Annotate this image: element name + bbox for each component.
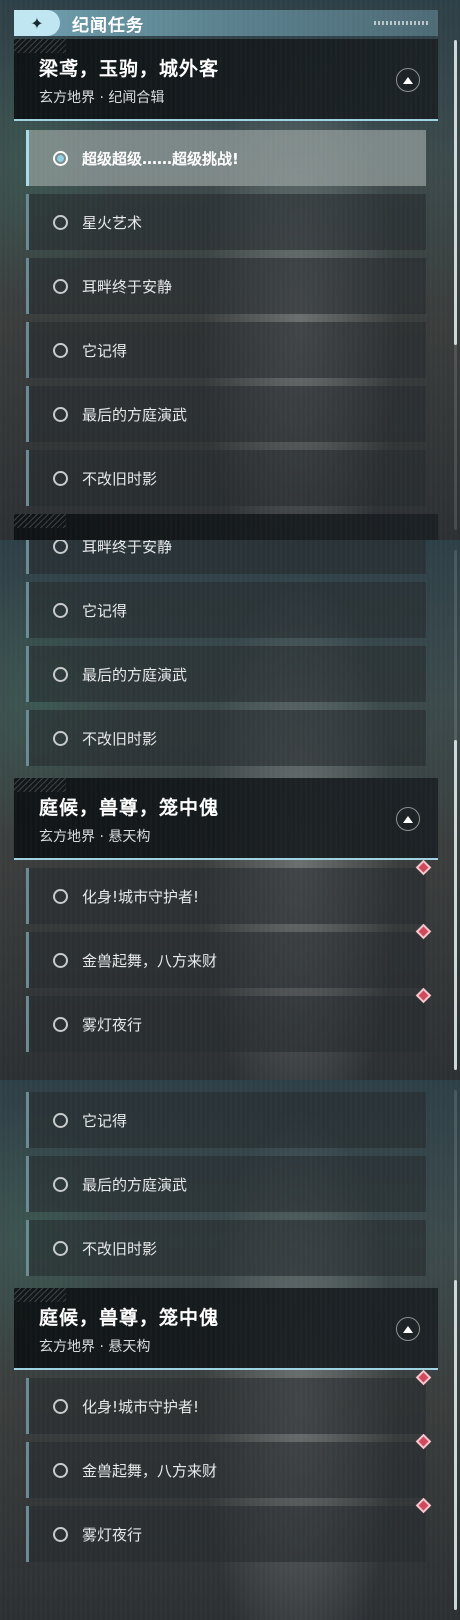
sparkle-icon: ✦ xyxy=(14,10,60,36)
radio-icon xyxy=(53,540,68,554)
scrollbar-track[interactable] xyxy=(454,550,457,1070)
title-decoration xyxy=(374,21,430,25)
quest-label: 不改旧时影 xyxy=(82,1239,158,1258)
quest-item[interactable]: 最后的方庭演武 xyxy=(26,386,426,442)
quest-label: 化身!城市守护者! xyxy=(82,1397,200,1416)
chevron-up-icon xyxy=(403,76,413,84)
quest-item[interactable]: 不改旧时影 xyxy=(26,1220,426,1276)
chevron-up-icon xyxy=(403,815,413,823)
quest-item[interactable]: 化身!城市守护者! xyxy=(26,859,432,924)
quest-item[interactable]: 最后的方庭演武 xyxy=(26,646,426,702)
chevron-up-icon xyxy=(403,1325,413,1333)
quest-group-header-partial[interactable] xyxy=(14,514,438,540)
new-badge-icon xyxy=(415,1369,432,1386)
radio-icon xyxy=(53,470,68,486)
collapse-button[interactable] xyxy=(396,1317,420,1341)
radio-icon xyxy=(53,214,68,230)
group-title: 梁鸢，玉驹，城外客 xyxy=(39,58,220,80)
radio-icon xyxy=(53,1462,68,1478)
radio-icon xyxy=(53,1526,68,1542)
quest-label: 耳畔终于安静 xyxy=(82,277,173,296)
radio-icon xyxy=(53,952,68,968)
quest-group-header[interactable]: 梁鸢，玉驹，城外客 玄方地界 · 纪闻合辑 xyxy=(14,39,438,121)
quest-group-header[interactable]: 庭候，兽尊，笼中傀 玄方地界 · 悬天构 xyxy=(14,778,438,860)
quest-item[interactable]: 它记得 xyxy=(26,1092,426,1148)
radio-icon xyxy=(53,406,68,422)
radio-icon xyxy=(53,666,68,682)
group-subtitle: 玄方地界 · 纪闻合辑 xyxy=(39,90,165,106)
collapse-button[interactable] xyxy=(396,807,420,831)
scrollbar-thumb[interactable] xyxy=(454,1280,457,1610)
quest-label: 星火艺术 xyxy=(82,213,143,232)
group-title: 庭候，兽尊，笼中傀 xyxy=(39,797,220,819)
scrollbar-track[interactable] xyxy=(454,40,457,530)
quest-label: 它记得 xyxy=(82,1111,128,1130)
quest-label: 雾灯夜行 xyxy=(82,1525,143,1544)
quest-item[interactable]: 它记得 xyxy=(26,322,426,378)
quest-category-title-bar: ✦ 纪闻任务 xyxy=(14,10,438,36)
quest-label: 超级超级……超级挑战! xyxy=(82,149,239,168)
quest-item[interactable]: 最后的方庭演武 xyxy=(26,1156,426,1212)
group-subtitle: 玄方地界 · 悬天构 xyxy=(39,1339,151,1355)
quest-label: 金兽起舞，八方来财 xyxy=(82,1461,218,1480)
quest-item[interactable]: 雾灯夜行 xyxy=(26,1497,432,1562)
radio-icon xyxy=(53,1240,68,1256)
quest-label: 最后的方庭演武 xyxy=(82,405,188,424)
radio-selected-icon xyxy=(53,150,68,166)
quest-item[interactable]: 耳畔终于安静 xyxy=(26,258,426,314)
new-badge-icon xyxy=(415,859,432,876)
quest-item-partial[interactable]: 耳畔终于安静 xyxy=(26,540,426,574)
radio-icon xyxy=(53,1016,68,1032)
new-badge-icon xyxy=(415,987,432,1004)
quest-label: 不改旧时影 xyxy=(82,469,158,488)
radio-icon xyxy=(53,278,68,294)
radio-icon xyxy=(53,602,68,618)
radio-icon xyxy=(53,888,68,904)
radio-icon xyxy=(53,1398,68,1414)
group-title: 庭候，兽尊，笼中傀 xyxy=(39,1307,220,1329)
radio-icon xyxy=(53,1112,68,1128)
quest-category-title: 纪闻任务 xyxy=(72,15,144,36)
scrollbar-thumb[interactable] xyxy=(454,740,457,1070)
quest-label: 最后的方庭演武 xyxy=(82,1175,188,1194)
quest-label: 耳畔终于安静 xyxy=(82,540,173,556)
quest-label: 金兽起舞，八方来财 xyxy=(82,951,218,970)
quest-group-header[interactable]: 庭候，兽尊，笼中傀 玄方地界 · 悬天构 xyxy=(14,1288,438,1370)
quest-item[interactable]: 雾灯夜行 xyxy=(26,987,432,1052)
quest-item[interactable]: 星火艺术 xyxy=(26,194,426,250)
new-badge-icon xyxy=(415,923,432,940)
quest-label: 它记得 xyxy=(82,341,128,360)
group-subtitle: 玄方地界 · 悬天构 xyxy=(39,829,151,845)
radio-icon xyxy=(53,342,68,358)
quest-item[interactable]: 金兽起舞，八方来财 xyxy=(26,923,432,988)
quest-item[interactable]: 不改旧时影 xyxy=(26,710,426,766)
quest-item[interactable]: 金兽起舞，八方来财 xyxy=(26,1433,432,1498)
quest-item[interactable]: 它记得 xyxy=(26,582,426,638)
radio-icon xyxy=(53,1176,68,1192)
scrollbar-track[interactable] xyxy=(454,1090,457,1610)
quest-label: 化身!城市守护者! xyxy=(82,887,200,906)
new-badge-icon xyxy=(415,1433,432,1450)
quest-panel-view-3: 它记得 最后的方庭演武 不改旧时影 庭候，兽尊，笼中傀 玄方地界 · 悬天构 化… xyxy=(0,1080,460,1620)
quest-panel-view-1: ✦ 纪闻任务 梁鸢，玉驹，城外客 玄方地界 · 纪闻合辑 超级超级……超级挑战!… xyxy=(0,0,460,540)
quest-item[interactable]: 不改旧时影 xyxy=(26,450,426,506)
quest-label: 不改旧时影 xyxy=(82,729,158,748)
quest-label: 它记得 xyxy=(82,601,128,620)
scrollbar-thumb[interactable] xyxy=(454,40,457,345)
quest-item[interactable]: 化身!城市守护者! xyxy=(26,1369,432,1434)
quest-label: 最后的方庭演武 xyxy=(82,665,188,684)
collapse-button[interactable] xyxy=(396,68,420,92)
quest-panel-view-2: 耳畔终于安静 它记得 最后的方庭演武 不改旧时影 庭候，兽尊，笼中傀 玄方地界 … xyxy=(0,540,460,1080)
quest-item[interactable]: 超级超级……超级挑战! xyxy=(26,130,426,186)
radio-icon xyxy=(53,730,68,746)
quest-label: 雾灯夜行 xyxy=(82,1015,143,1034)
new-badge-icon xyxy=(415,1497,432,1514)
